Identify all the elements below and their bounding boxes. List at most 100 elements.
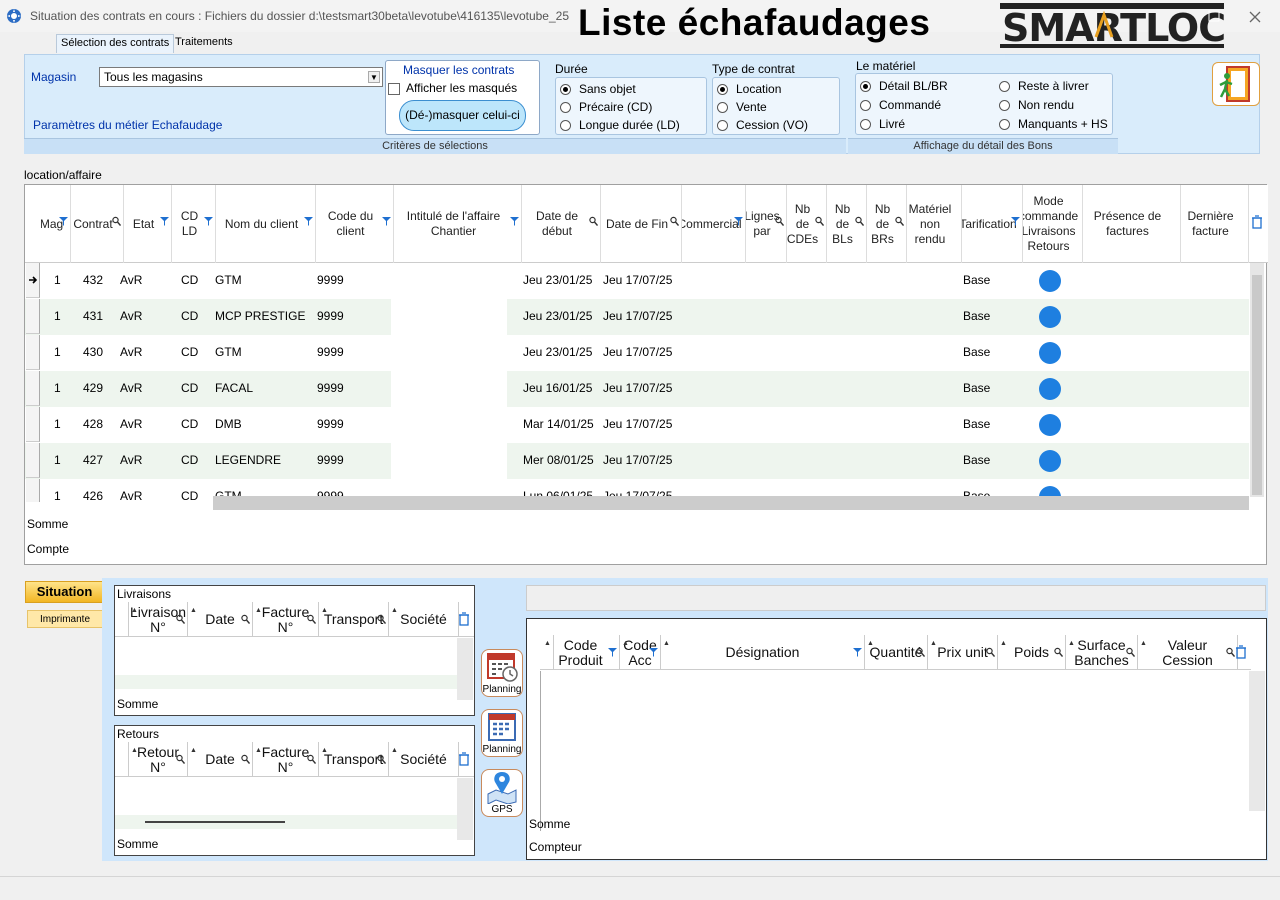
column-header-2[interactable]: Etat <box>124 185 172 263</box>
row-selector[interactable] <box>26 299 40 334</box>
search-icon[interactable] <box>1126 647 1135 658</box>
subgrid-column-2[interactable]: ▲ Désignation <box>661 635 865 670</box>
radio-icon[interactable] <box>860 100 871 112</box>
radio-icon[interactable] <box>560 102 571 114</box>
search-icon[interactable] <box>855 216 864 227</box>
retours-scrollbar[interactable] <box>457 778 473 840</box>
search-icon[interactable] <box>1054 647 1063 658</box>
filter-icon[interactable] <box>608 647 617 658</box>
contracts-table[interactable]: Mag Contrat Etat CD LD Nom du client Code du … <box>24 184 1268 565</box>
subgrid-column-2[interactable]: ▲ Facture N° <box>253 742 319 777</box>
subgrid-column-1[interactable]: ▲ Code Acc <box>620 635 661 670</box>
trash-icon[interactable] <box>1235 645 1247 659</box>
search-icon[interactable] <box>241 614 250 625</box>
gps-button[interactable]: GPS <box>481 769 523 817</box>
livraisons-scrollbar[interactable] <box>457 638 473 700</box>
column-header-5[interactable]: Code du client <box>316 185 394 263</box>
radio-checked-icon[interactable] <box>717 84 728 96</box>
sort-icon[interactable]: ▲ <box>391 743 398 758</box>
afficher-masques-checkbox[interactable]: Afficher les masqués <box>388 81 517 95</box>
search-icon[interactable] <box>112 216 121 227</box>
situation-button[interactable]: Situation <box>25 581 104 603</box>
search-icon[interactable] <box>775 216 784 227</box>
planning-button-1[interactable]: Planning <box>481 649 523 697</box>
column-header-15[interactable]: Tarification <box>962 185 1023 263</box>
vertical-scroll-thumb[interactable] <box>1252 275 1262 495</box>
materiel-option-commande[interactable]: Commandé <box>860 98 941 112</box>
chevron-down-icon[interactable]: ▼ <box>368 71 380 83</box>
table-row[interactable]: 1 431 AvR CD MCP PRESTIGE 9999 Jeu 23/01/25 Jeu… <box>25 299 1249 335</box>
materiel-option-manquants[interactable]: Manquants + HS <box>999 117 1108 131</box>
subgrid-column-3[interactable]: ▲ Quantité <box>865 635 928 670</box>
duree-option-sans-objet[interactable]: Sans objet <box>560 82 636 96</box>
sort-icon[interactable]: ▲ <box>131 743 138 758</box>
subgrid-column-0[interactable]: ▲ Retour N° <box>129 742 188 777</box>
row-selector[interactable] <box>26 371 40 406</box>
column-header-1[interactable]: Contrat <box>71 185 124 263</box>
filter-icon[interactable] <box>1011 216 1020 227</box>
imprimante-button[interactable]: Imprimante <box>27 610 103 628</box>
search-icon[interactable] <box>307 614 316 625</box>
row-selector[interactable] <box>26 263 40 298</box>
sort-icon[interactable]: ▲ <box>1068 636 1075 651</box>
sort-icon[interactable]: ▲ <box>321 743 328 758</box>
radio-checked-icon[interactable] <box>860 81 871 93</box>
trash-icon[interactable] <box>458 752 470 766</box>
column-header-13[interactable]: Nb de BRs <box>867 185 907 263</box>
row-selector[interactable] <box>26 335 40 370</box>
sort-icon[interactable]: ▲ <box>391 603 398 618</box>
column-header-8[interactable]: Date de Fin <box>601 185 682 263</box>
filter-icon[interactable] <box>382 216 391 227</box>
params-metier-link[interactable]: Paramètres du métier Echafaudage <box>33 118 222 132</box>
table-row[interactable]: 1 430 AvR CD GTM 9999 Jeu 23/01/25 Jeu 17/07/25… <box>25 335 1249 371</box>
demasquer-button[interactable]: (Dé-)masquer celui-ci <box>399 100 526 131</box>
livraisons-grid[interactable]: Livraisons ▲ Livraison N° ▲ Date ▲ Facture N°… <box>114 585 475 716</box>
filter-icon[interactable] <box>734 216 743 227</box>
radio-checked-icon[interactable] <box>560 84 571 96</box>
search-icon[interactable] <box>670 216 679 227</box>
subgrid-column-6[interactable]: ▲ Surface Banches <box>1066 635 1138 670</box>
sort-icon[interactable]: ▲ <box>131 603 138 618</box>
search-icon[interactable] <box>176 754 185 765</box>
exit-button[interactable] <box>1212 62 1260 106</box>
filter-icon[interactable] <box>59 216 68 227</box>
row-selector[interactable] <box>26 443 40 478</box>
table-row[interactable]: 1 427 AvR CD LEGENDRE 9999 Mer 08/01/25 Jeu 17/… <box>25 443 1249 479</box>
subgrid-column-7[interactable]: ▲ Valeur Cession <box>1138 635 1238 670</box>
search-icon[interactable] <box>895 216 904 227</box>
tab-selection-contrats[interactable]: Sélection des contrats <box>56 34 175 53</box>
radio-icon[interactable] <box>999 119 1010 131</box>
sort-icon[interactable]: ▲ <box>544 636 551 651</box>
materiel-option-non-rendu[interactable]: Non rendu <box>999 98 1074 112</box>
radio-icon[interactable] <box>860 119 871 131</box>
search-icon[interactable] <box>986 647 995 658</box>
type-option-vente[interactable]: Vente <box>717 100 767 114</box>
sort-icon[interactable]: ▲ <box>930 636 937 651</box>
close-window-button[interactable] <box>1244 6 1266 28</box>
materiel-option-livre[interactable]: Livré <box>860 117 905 131</box>
sort-icon[interactable]: ▲ <box>190 743 197 758</box>
column-header-3[interactable]: CD LD <box>172 185 216 263</box>
radio-icon[interactable] <box>717 120 728 132</box>
tab-traitements[interactable]: Traitements <box>171 34 237 53</box>
sort-icon[interactable]: ▲ <box>1140 636 1147 651</box>
column-header-11[interactable]: Nb de CDEs <box>787 185 827 263</box>
sort-icon[interactable]: ▲ <box>867 636 874 651</box>
subgrid-column-1[interactable]: ▲ Date <box>188 602 253 637</box>
sort-icon[interactable]: ▲ <box>190 603 197 618</box>
sort-icon[interactable]: ▲ <box>622 636 629 651</box>
search-icon[interactable] <box>815 216 824 227</box>
sort-icon[interactable]: ▲ <box>255 743 262 758</box>
trash-icon[interactable] <box>458 612 470 626</box>
filter-icon[interactable] <box>853 647 862 658</box>
materiel-option-detail[interactable]: Détail BL/BR <box>860 79 948 93</box>
search-icon[interactable] <box>589 216 598 227</box>
table-row[interactable]: 1 432 AvR CD GTM 9999 Jeu 23/01/25 Jeu 17/07/25… <box>25 263 1249 299</box>
subgrid-column-0[interactable]: ▲ Livraison N° <box>129 602 188 637</box>
sort-icon[interactable]: ▲ <box>663 636 670 651</box>
search-icon[interactable] <box>377 754 386 765</box>
radio-icon[interactable] <box>999 100 1010 112</box>
radio-icon[interactable] <box>560 120 571 132</box>
detail-scrollbar[interactable] <box>1249 671 1265 811</box>
column-header-17[interactable]: Présence de factures <box>1083 185 1181 263</box>
